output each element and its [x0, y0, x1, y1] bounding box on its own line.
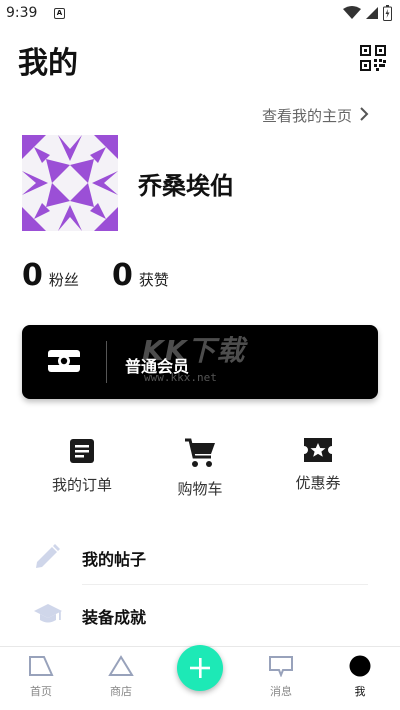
username: 乔桑埃伯 — [138, 172, 234, 200]
quick-action-label: 优惠券 — [295, 474, 341, 492]
status-time: 9:39 — [6, 5, 38, 21]
nav-item-home[interactable]: 首页 — [6, 655, 76, 699]
shop-icon — [108, 655, 134, 676]
add-post-button[interactable] — [177, 645, 223, 691]
membership-card[interactable]: KK下载 www.kkx.net 普通会员 — [22, 325, 378, 399]
quick-action-label: 购物车 — [177, 480, 223, 498]
page-title: 我的 — [18, 46, 78, 81]
pencil-icon — [36, 544, 60, 568]
coupon-icon — [304, 438, 332, 462]
menu-item-label: 装备成就 — [82, 608, 147, 627]
membership-label: 普通会员 — [125, 357, 190, 376]
order-icon — [70, 439, 94, 463]
quick-action-cart[interactable]: 购物车 — [150, 438, 250, 499]
profile-icon — [349, 655, 371, 677]
cart-icon — [185, 438, 215, 467]
likes-count: 0 — [112, 258, 133, 293]
nav-item-shop[interactable]: 商店 — [86, 655, 156, 699]
quick-action-label: 我的订单 — [51, 476, 112, 494]
battery-icon — [383, 5, 392, 21]
message-icon — [269, 656, 293, 677]
fans-label: 粉丝 — [48, 271, 79, 289]
nav-label-shop: 商店 — [110, 685, 132, 698]
fans-count: 0 — [22, 258, 43, 293]
status-icons — [343, 5, 392, 21]
menu-item-achievements[interactable]: 装备成就 — [0, 586, 400, 644]
likes-label: 获赞 — [138, 271, 169, 289]
wifi-icon — [343, 6, 361, 19]
view-homepage-label: 查看我的主页 — [261, 107, 352, 125]
membership-card-icon — [48, 350, 80, 372]
nav-label-profile: 我 — [354, 685, 366, 698]
notification-icon: A — [54, 8, 65, 19]
menu-item-my-posts[interactable]: 我的帖子 — [0, 528, 400, 586]
quick-action-coupons[interactable]: 优惠券 — [268, 438, 368, 493]
membership-divider — [106, 341, 107, 383]
fans-stat[interactable]: 0 粉丝 — [22, 258, 79, 293]
plus-icon — [190, 658, 210, 678]
avatar[interactable] — [22, 135, 118, 231]
home-icon — [29, 656, 54, 676]
menu-divider — [82, 584, 368, 585]
chevron-right-icon — [360, 107, 369, 121]
likes-stat[interactable]: 0 获赞 — [112, 258, 169, 293]
nav-item-profile[interactable]: 我 — [325, 655, 395, 699]
signal-icon — [366, 7, 378, 19]
qr-code-icon[interactable] — [360, 45, 386, 71]
menu-item-label: 我的帖子 — [82, 550, 147, 569]
nav-label-messages: 消息 — [270, 685, 292, 698]
quick-action-orders[interactable]: 我的订单 — [32, 438, 132, 495]
view-homepage-link[interactable]: 查看我的主页 — [262, 105, 352, 126]
nav-item-messages[interactable]: 消息 — [246, 655, 316, 699]
graduation-cap-icon — [34, 604, 62, 623]
nav-label-home: 首页 — [30, 685, 52, 698]
status-bar: 9:39 A — [0, 0, 400, 28]
